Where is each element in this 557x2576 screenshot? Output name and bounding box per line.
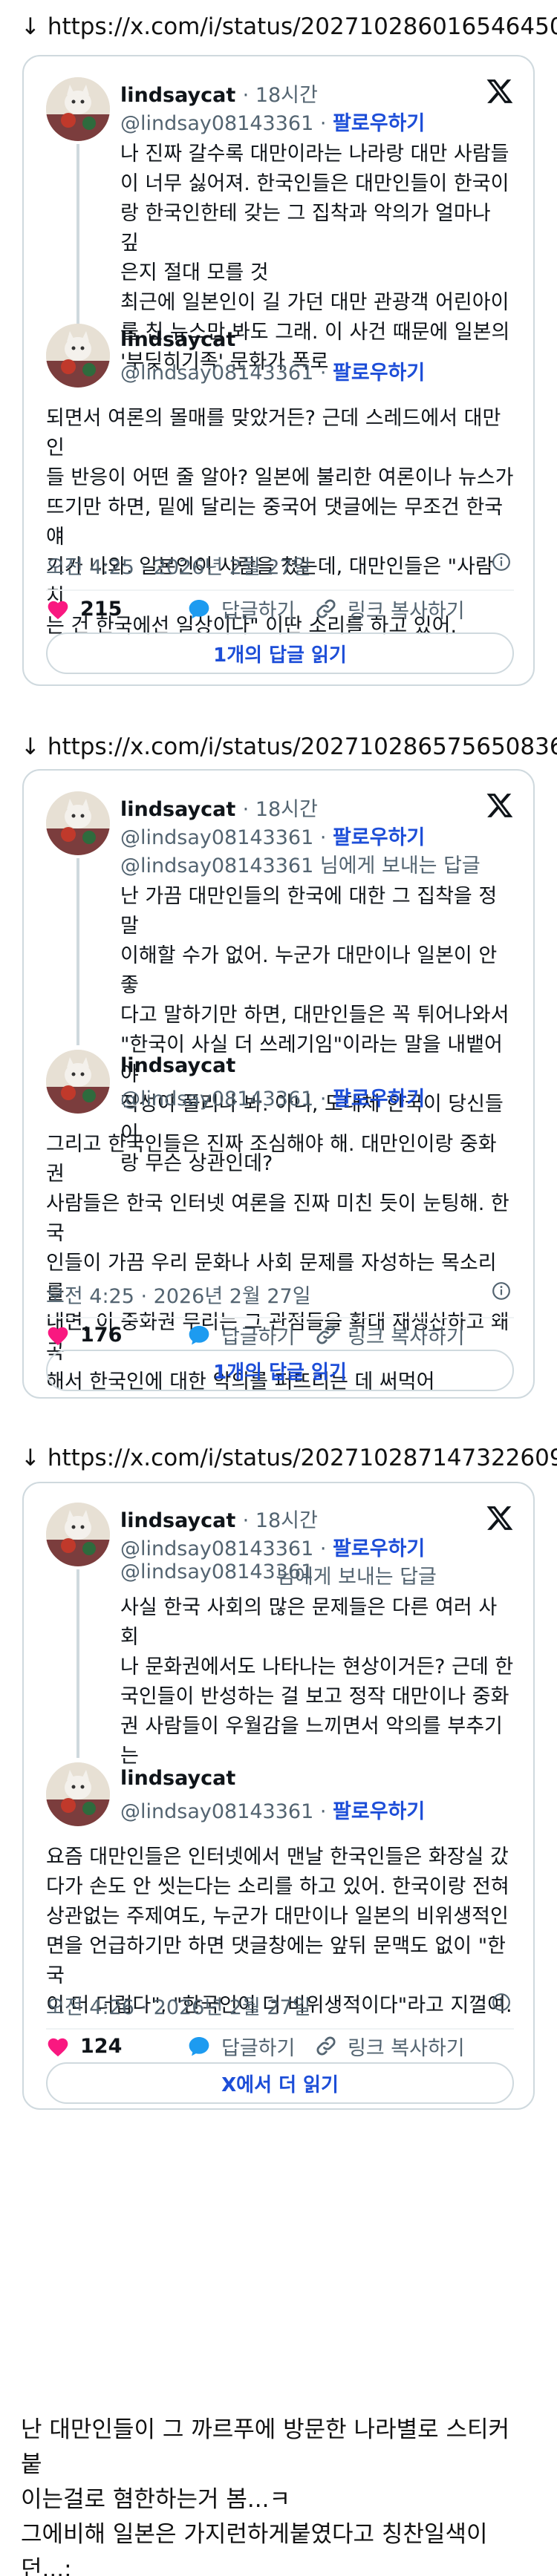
follow-button[interactable]: 팔로우하기 bbox=[333, 362, 425, 385]
read-replies-button[interactable]: 1개의 답글 읽기 bbox=[46, 1350, 514, 1391]
author-name-text: lindsaycat bbox=[120, 1509, 236, 1532]
info-icon[interactable] bbox=[492, 552, 511, 572]
author-name[interactable]: lindsaycat bbox=[120, 1767, 235, 1790]
author-name-text: lindsaycat bbox=[120, 84, 236, 107]
avatar[interactable] bbox=[46, 324, 110, 388]
x-logo-icon[interactable] bbox=[484, 791, 514, 820]
reply-to-line: @lindsay08143361 님에게 보내는 답글 bbox=[120, 849, 481, 878]
thread-line bbox=[76, 858, 79, 1045]
follow-button[interactable]: 팔로우하기 bbox=[333, 826, 425, 849]
copy-link-button[interactable]: 링크 복사하기 bbox=[315, 592, 465, 625]
status-url[interactable]: ↓ https://x.com/i/status/202710287147322… bbox=[21, 1445, 557, 1471]
like-button[interactable]: 176 bbox=[46, 1318, 122, 1351]
author-handle[interactable]: @lindsay08143361 · 팔로우하기 bbox=[120, 1532, 425, 1561]
copy-link-label: 링크 복사하기 bbox=[348, 1325, 465, 1349]
reply-action-label: 답글하기 bbox=[221, 2036, 296, 2060]
author-handle-text: @lindsay08143361 bbox=[120, 1537, 314, 1560]
post-caption: 난 대만인들이 그 까르푸에 방문한 나라별로 스티커 붙 이는걸로 혐한하는거… bbox=[21, 2416, 510, 2576]
link-icon bbox=[316, 1325, 336, 1344]
author-handle-text: @lindsay08143361 bbox=[120, 1088, 314, 1111]
avatar[interactable] bbox=[46, 1050, 110, 1114]
action-bar: 176 답글하기 링크 복사하기 bbox=[46, 1318, 514, 1351]
author-handle[interactable]: @lindsay08143361 · 팔로우하기 bbox=[120, 1795, 425, 1824]
author-handle[interactable]: @lindsay08143361 · 팔로우하기 bbox=[120, 107, 425, 136]
follow-button[interactable]: 팔로우하기 bbox=[333, 1088, 425, 1111]
thread-line bbox=[76, 1569, 79, 1758]
author-name[interactable]: lindsaycat · 18시간 bbox=[120, 793, 318, 822]
copy-link-label: 링크 복사하기 bbox=[348, 2036, 465, 2060]
status-url[interactable]: ↓ https://x.com/i/status/202710286016546… bbox=[21, 13, 557, 40]
tweet-text: 사실 한국 사회의 많은 문제들은 다른 여러 사회 나 문화권에서도 나타나는… bbox=[120, 1596, 514, 1764]
divider bbox=[46, 589, 514, 591]
like-count: 215 bbox=[80, 597, 123, 621]
reply-action[interactable]: 답글하기 bbox=[187, 2030, 295, 2062]
reply-to-line: 님에게 보내는 답글 bbox=[276, 1560, 437, 1589]
avatar[interactable] bbox=[46, 1762, 110, 1826]
author-handle-text: @lindsay08143361 bbox=[120, 112, 314, 135]
author-handle[interactable]: @lindsay08143361 · 팔로우하기 bbox=[120, 821, 425, 850]
action-bar: 124 답글하기 링크 복사하기 bbox=[46, 2030, 514, 2062]
copy-link-button[interactable]: 링크 복사하기 bbox=[315, 2030, 465, 2062]
tweet-card[interactable]: lindsaycat · 18시간 @lindsay08143361 · 팔로우… bbox=[22, 769, 535, 1399]
tweet-card[interactable]: lindsaycat · 18시간 @lindsay08143361 · 팔로우… bbox=[22, 1482, 535, 2110]
heart-icon bbox=[48, 601, 68, 620]
avatar[interactable] bbox=[46, 1503, 110, 1566]
author-name[interactable]: lindsaycat bbox=[120, 328, 235, 351]
timestamp[interactable]: 오전 4:25 · 2026년 2월 27일 bbox=[46, 551, 311, 580]
like-count: 176 bbox=[80, 1323, 123, 1347]
avatar[interactable] bbox=[46, 791, 110, 855]
x-logo-icon[interactable] bbox=[484, 77, 514, 105]
author-handle[interactable]: @lindsay08143361 · 팔로우하기 bbox=[120, 356, 425, 385]
copy-link-label: 링크 복사하기 bbox=[348, 599, 465, 623]
x-logo-icon[interactable] bbox=[484, 1504, 514, 1532]
timestamp[interactable]: 오전 4:26 · 2026년 2월 27일 bbox=[46, 1991, 311, 2020]
thread-line bbox=[76, 144, 79, 330]
like-button[interactable]: 215 bbox=[46, 592, 122, 625]
reply-action[interactable]: 답글하기 bbox=[187, 1318, 295, 1351]
link-icon bbox=[316, 2036, 336, 2056]
author-handle-text: @lindsay08143361 bbox=[120, 362, 314, 385]
timestamp[interactable]: 오전 4:25 · 2026년 2월 27일 bbox=[46, 1280, 311, 1309]
read-replies-button[interactable]: 1개의 답글 읽기 bbox=[46, 632, 514, 674]
author-name[interactable]: lindsaycat · 18시간 bbox=[120, 1504, 318, 1533]
action-bar: 215 답글하기 링크 복사하기 bbox=[46, 592, 514, 625]
status-url[interactable]: ↓ https://x.com/i/status/202710286575650… bbox=[21, 733, 557, 760]
read-more-on-x-button[interactable]: X에서 더 읽기 bbox=[46, 2062, 514, 2104]
author-handle[interactable]: @lindsay08143361 · 팔로우하기 bbox=[120, 1082, 425, 1111]
heart-icon bbox=[48, 1327, 68, 1346]
reply-action[interactable]: 답글하기 bbox=[187, 592, 295, 625]
avatar[interactable] bbox=[46, 77, 110, 141]
like-button[interactable]: 124 bbox=[46, 2030, 122, 2062]
copy-link-button[interactable]: 링크 복사하기 bbox=[315, 1318, 465, 1351]
author-handle-text: @lindsay08143361 bbox=[120, 826, 314, 849]
like-count: 124 bbox=[80, 2034, 123, 2058]
link-icon bbox=[316, 599, 336, 618]
author-handle-text: @lindsay08143361 bbox=[120, 1800, 314, 1823]
reply-to-suffix: 님에게 보내는 답글 bbox=[319, 854, 481, 877]
author-name[interactable]: lindsaycat bbox=[120, 1054, 235, 1077]
follow-button[interactable]: 팔로우하기 bbox=[333, 1537, 425, 1560]
comment-icon bbox=[189, 1326, 209, 1345]
reply-action-label: 답글하기 bbox=[221, 599, 296, 623]
follow-button[interactable]: 팔로우하기 bbox=[333, 1800, 425, 1823]
follow-button[interactable]: 팔로우하기 bbox=[333, 112, 425, 135]
post-time: · 18시간 bbox=[242, 798, 318, 821]
comment-icon bbox=[189, 2037, 209, 2056]
post-time: · 18시간 bbox=[242, 1509, 318, 1532]
info-icon[interactable] bbox=[492, 1281, 511, 1301]
post-time: · 18시간 bbox=[242, 84, 318, 107]
author-name[interactable]: lindsaycat · 18시간 bbox=[120, 79, 318, 108]
author-name-text: lindsaycat bbox=[120, 798, 236, 821]
info-icon[interactable] bbox=[492, 1993, 511, 2012]
comment-icon bbox=[189, 600, 209, 619]
tweet-card[interactable]: lindsaycat · 18시간 @lindsay08143361 · 팔로우… bbox=[22, 55, 535, 686]
heart-icon bbox=[48, 2038, 68, 2057]
reply-to-suffix: 님에게 보내는 답글 bbox=[276, 1566, 437, 1589]
reply-action-label: 답글하기 bbox=[221, 1325, 296, 1349]
reply-to-handle[interactable]: @lindsay08143361 bbox=[120, 854, 313, 877]
